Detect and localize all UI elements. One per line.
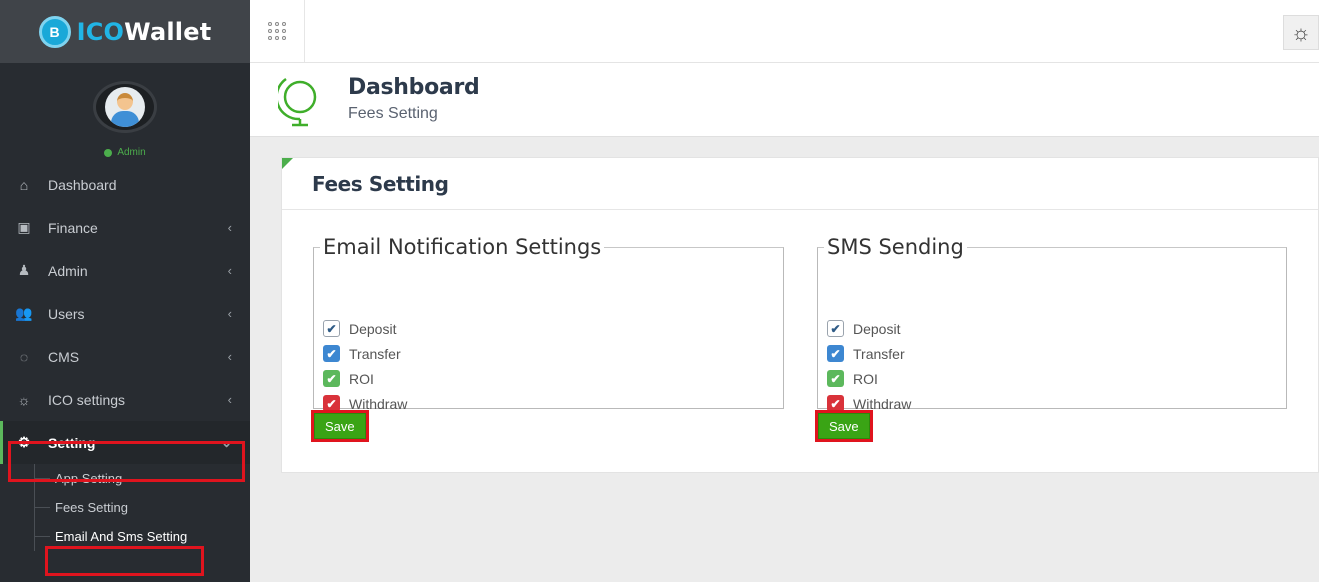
checkbox-transfer[interactable]: ✔ Transfer — [323, 341, 407, 366]
sidebar-item-cms[interactable]: ◌ CMS ‹ — [0, 335, 250, 378]
profile: Admin — [0, 63, 250, 163]
sidebar-item-label: Users — [48, 305, 85, 322]
comments-icon: ◌ — [19, 348, 29, 365]
submenu-item-fees-setting[interactable]: Fees Setting — [0, 493, 250, 522]
checkbox-list: ✔ Deposit ✔ Transfer ✔ ROI ✔ Withdraw — [827, 316, 911, 416]
online-dot-icon — [104, 148, 113, 157]
check-icon[interactable]: ✔ — [827, 370, 844, 387]
money-icon: ▣ — [17, 219, 31, 235]
setting-submenu: App Setting Fees Setting Email And Sms S… — [0, 464, 250, 551]
topbar: ☼ — [250, 0, 1319, 63]
check-icon[interactable]: ✔ — [827, 320, 844, 337]
sms-sending-settings: SMS Sending ✔ Deposit ✔ Transfer ✔ ROI ✔… — [817, 235, 1287, 412]
brand[interactable]: B ICOWallet — [0, 0, 250, 63]
card-header: Fees Setting — [282, 158, 1318, 210]
globe-icon — [278, 77, 317, 127]
sidebar-menu: ⌂ Dashboard ▣ Finance ‹ ♟ Admin ‹ 👥 User… — [0, 163, 250, 464]
chevron-left-icon: ‹ — [227, 306, 232, 321]
check-icon[interactable]: ✔ — [323, 345, 340, 362]
chevron-left-icon: ‹ — [227, 263, 232, 278]
highlight-box: Save — [311, 410, 369, 442]
checkbox-label: ROI — [853, 370, 878, 387]
sidebar-item-admin[interactable]: ♟ Admin ‹ — [0, 249, 250, 292]
checkbox-deposit[interactable]: ✔ Deposit — [323, 316, 407, 341]
chevron-left-icon: ‹ — [227, 349, 232, 364]
sidebar-item-label: Dashboard — [48, 176, 117, 193]
chevron-down-icon: ⌄ — [221, 434, 232, 450]
checkbox-list: ✔ Deposit ✔ Transfer ✔ ROI ✔ Withdraw — [323, 316, 407, 416]
bitcoin-logo-icon: B — [38, 15, 71, 48]
checkbox-transfer[interactable]: ✔ Transfer — [827, 341, 911, 366]
apps-grid-button[interactable] — [250, 0, 305, 62]
checkbox-label: Transfer — [853, 345, 905, 362]
brand-suffix: Wallet — [124, 17, 212, 46]
check-icon[interactable]: ✔ — [323, 370, 340, 387]
sidebar-item-label: ICO settings — [48, 391, 126, 408]
chevron-left-icon: ‹ — [227, 392, 232, 407]
checkbox-label: Transfer — [349, 345, 401, 362]
sms-save-button[interactable]: Save — [818, 413, 870, 439]
corner-accent — [282, 158, 293, 169]
sidebar-item-setting[interactable]: ⚙ Setting ⌄ — [0, 421, 250, 464]
email-save-button[interactable]: Save — [314, 413, 366, 439]
submenu-item-app-setting[interactable]: App Setting — [0, 464, 250, 493]
checkbox-label: ROI — [349, 370, 374, 387]
checkbox-roi[interactable]: ✔ ROI — [323, 366, 407, 391]
check-icon[interactable]: ✔ — [323, 320, 340, 337]
sidebar-item-ico-settings[interactable]: ☼ ICO settings ‹ — [0, 378, 250, 421]
email-notification-settings: Email Notification Settings ✔ Deposit ✔ … — [313, 235, 784, 412]
group-legend: Email Notification Settings — [323, 235, 602, 259]
sidebar-item-label: Admin — [48, 262, 88, 279]
page-subtitle: Fees Setting — [348, 105, 438, 122]
sidebar-item-dashboard[interactable]: ⌂ Dashboard — [0, 163, 250, 206]
status-badge: Admin — [104, 147, 146, 158]
gear-icon: ⚙ — [17, 434, 31, 450]
avatar[interactable] — [93, 81, 157, 133]
group-legend: SMS Sending — [827, 235, 964, 259]
highlight-box: Save — [815, 410, 873, 442]
sidebar-item-label: Finance — [48, 219, 98, 236]
sidebar-item-label: Setting — [48, 434, 96, 451]
card-title: Fees Setting — [312, 171, 449, 196]
checkbox-roi[interactable]: ✔ ROI — [827, 366, 911, 391]
brand-name: ICOWallet — [77, 18, 212, 46]
users-icon: 👥 — [15, 305, 33, 321]
sun-icon: ☼ — [17, 391, 31, 408]
settings-gear-button[interactable]: ☼ — [1283, 15, 1319, 50]
submenu-item-email-sms-setting[interactable]: Email And Sms Setting — [0, 522, 250, 551]
gear-icon: ☼ — [1290, 19, 1312, 45]
grid-icon — [268, 22, 286, 40]
user-secret-icon: ♟ — [17, 262, 31, 278]
status-text: Admin — [117, 147, 146, 158]
page-header: Dashboard Fees Setting — [250, 63, 1319, 137]
sidebar-item-users[interactable]: 👥 Users ‹ — [0, 292, 250, 335]
page-title: Dashboard — [348, 75, 480, 100]
home-icon: ⌂ — [19, 176, 29, 193]
sidebar: B ICOWallet Admin ⌂ Dashboard ▣ Finance … — [0, 0, 250, 582]
checkbox-label: Deposit — [349, 320, 397, 337]
fees-setting-card: Fees Setting Email Notification Settings… — [281, 157, 1319, 473]
sidebar-item-label: CMS — [48, 348, 80, 365]
checkbox-label: Deposit — [853, 320, 901, 337]
chevron-left-icon: ‹ — [227, 220, 232, 235]
checkbox-deposit[interactable]: ✔ Deposit — [827, 316, 911, 341]
check-icon[interactable]: ✔ — [827, 345, 844, 362]
sidebar-item-finance[interactable]: ▣ Finance ‹ — [0, 206, 250, 249]
brand-prefix: ICO — [76, 17, 125, 46]
user-avatar-icon — [105, 87, 145, 127]
